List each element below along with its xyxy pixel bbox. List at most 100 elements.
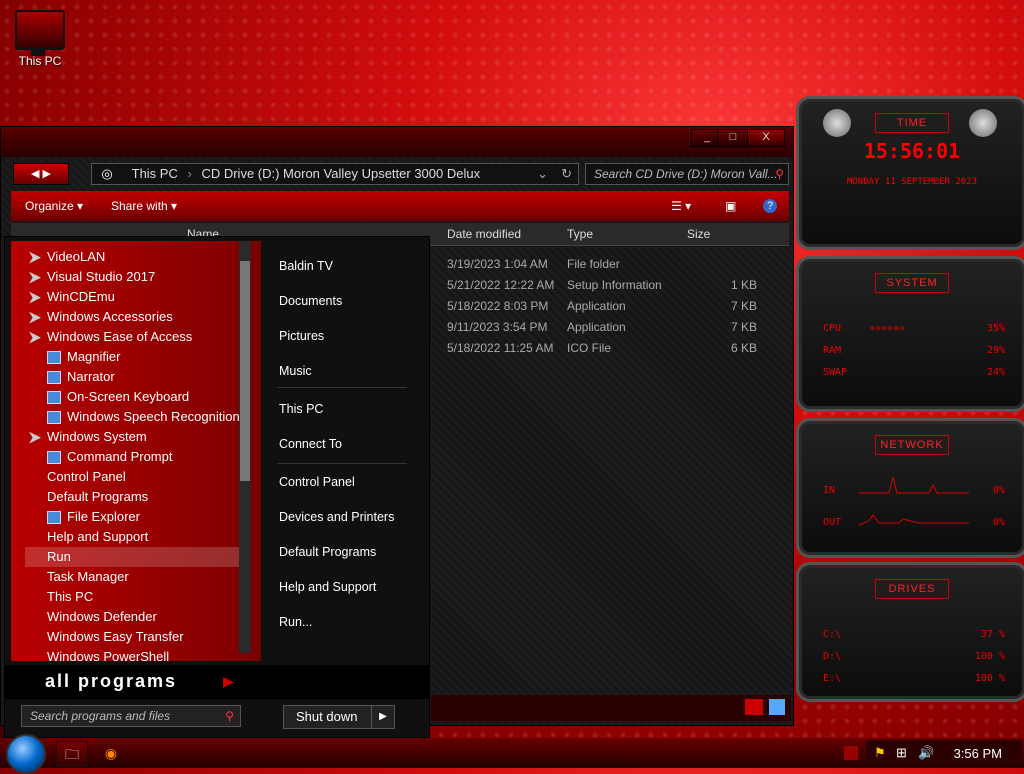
forward-icon[interactable]: ▶ [43, 168, 51, 180]
time-gadget[interactable]: TIME 15:56:01 MONDAY 11 SEPTEMBER 2023 [796, 96, 1024, 250]
all-programs-label: all programs [45, 671, 178, 691]
chevron-right-icon[interactable]: ▶ [371, 706, 394, 728]
program-item[interactable]: Windows Speech Recognition [47, 407, 240, 427]
program-item[interactable]: File Explorer [47, 507, 140, 527]
breadcrumb-cd-drive[interactable]: CD Drive (D:) Moron Valley Upsetter 3000… [201, 166, 480, 181]
program-item[interactable]: On-Screen Keyboard [47, 387, 189, 407]
start-orb-button[interactable] [6, 734, 46, 774]
program-item[interactable]: Windows Ease of Access [29, 327, 192, 347]
chevron-down-icon[interactable]: ⌄ [537, 164, 548, 184]
program-item[interactable]: Control Panel [47, 467, 126, 487]
view-options-icon[interactable]: ☰ ▾ [671, 199, 691, 213]
row-date: 5/18/2022 11:25 AM [447, 341, 554, 355]
address-bar[interactable]: ◎ This PC › CD Drive (D:) Moron Valley U… [91, 163, 579, 185]
ram-label: RAM [823, 345, 842, 356]
row-size: 7 KB [731, 320, 758, 334]
firefox-taskbar-icon[interactable]: ◉ [96, 741, 126, 765]
program-item[interactable]: This PC [47, 587, 93, 607]
program-item-label: File Explorer [67, 509, 140, 524]
show-desktop-icon[interactable] [844, 746, 858, 760]
row-type: Setup Information [567, 278, 662, 292]
folder-icon [29, 251, 41, 264]
drive-c-value: 37 % [980, 629, 1005, 640]
column-size[interactable]: Size [687, 227, 710, 241]
ram-value: 29% [986, 345, 1005, 356]
program-item[interactable]: Command Prompt [47, 447, 172, 467]
address-row: ◀ ▶ ◎ This PC › CD Drive (D:) Moron Vall… [11, 161, 789, 187]
program-item[interactable]: Windows PowerShell [47, 647, 169, 667]
drives-gadget[interactable]: DRIVES C:\ 37 % D:\ 100 % E:\ 100 % [796, 562, 1024, 702]
out-label: OUT [823, 517, 842, 528]
folder-icon [29, 271, 41, 284]
organize-button[interactable]: Organize ▾ [25, 199, 83, 213]
start-right-item[interactable]: This PC [279, 402, 323, 416]
taskbar: 🗀 ◉ ⚑ ⊞ 🔊 3:56 PM [0, 734, 1024, 774]
program-item-label: Task Manager [47, 569, 129, 584]
program-item-label: WinCDEmu [47, 289, 115, 304]
refresh-icon[interactable]: ↻ [561, 164, 572, 184]
volume-icon[interactable]: 🔊 [918, 745, 934, 761]
start-right-item[interactable]: Music [279, 364, 312, 378]
program-item[interactable]: Run [25, 547, 241, 567]
start-right-item[interactable]: Run... [279, 615, 312, 629]
start-right-item[interactable]: Devices and Printers [279, 510, 394, 524]
shutdown-label: Shut down [296, 709, 358, 724]
program-item[interactable]: WinCDEmu [29, 287, 115, 307]
start-right-item[interactable]: Pictures [279, 329, 324, 343]
out-value: 0% [992, 517, 1005, 528]
breadcrumb-this-pc[interactable]: This PC [132, 166, 178, 181]
search-icon[interactable]: ⚲ [225, 706, 234, 726]
program-item-label: Help and Support [47, 529, 149, 544]
system-gadget[interactable]: SYSTEM CPU »»»»»» 35% RAM 29% SWAP 24% [796, 256, 1024, 412]
program-item-label: Windows Easy Transfer [47, 629, 184, 644]
program-item[interactable]: Help and Support [47, 527, 148, 547]
maximize-button[interactable]: □ [717, 129, 749, 147]
preview-pane-icon[interactable]: ▣ [725, 199, 736, 213]
start-search-input[interactable]: Search programs and files ⚲ [21, 705, 241, 727]
program-item[interactable]: Magnifier [47, 347, 120, 367]
start-right-item[interactable]: Documents [279, 294, 342, 308]
network-gadget[interactable]: NETWORK IN 0% OUT 0% [796, 418, 1024, 558]
network-icon[interactable]: ⊞ [896, 745, 907, 761]
action-center-flag-icon[interactable]: ⚑ [874, 745, 886, 761]
share-with-button[interactable]: Share with ▾ [111, 199, 177, 213]
program-item[interactable]: Visual Studio 2017 [29, 267, 155, 287]
monitor-icon [15, 10, 65, 56]
scrollbar-thumb[interactable] [240, 261, 250, 481]
start-right-item[interactable]: Connect To [279, 437, 342, 451]
details-view-icon[interactable] [745, 699, 763, 715]
start-right-item[interactable]: Default Programs [279, 545, 376, 559]
program-item[interactable]: Narrator [47, 367, 115, 387]
file-explorer-taskbar-icon[interactable]: 🗀 [56, 741, 88, 767]
start-right-item[interactable]: Baldin TV [279, 259, 333, 273]
window-titlebar[interactable]: _ □ X [1, 127, 793, 157]
help-icon[interactable]: ? [763, 199, 777, 213]
program-item[interactable]: VideoLAN [29, 247, 105, 267]
shutdown-button[interactable]: Shut down ▶ [283, 705, 395, 729]
column-date-modified[interactable]: Date modified [447, 227, 521, 241]
command-toolbar: Organize ▾ Share with ▾ ☰ ▾ ▣ ? [11, 191, 789, 221]
close-button[interactable]: X [747, 129, 785, 147]
program-item[interactable]: Windows Defender [47, 607, 157, 627]
program-item[interactable]: Default Programs [47, 487, 148, 507]
start-right-item[interactable]: Help and Support [279, 580, 376, 594]
row-type: ICO File [567, 341, 612, 355]
program-item-label: Windows Speech Recognition [67, 409, 240, 424]
back-icon[interactable]: ◀ [31, 168, 39, 180]
search-input[interactable]: Search CD Drive (D:) Moron Vall... ⚲ [585, 163, 789, 185]
nav-buttons[interactable]: ◀ ▶ [13, 163, 69, 185]
program-item[interactable]: Windows Easy Transfer [47, 627, 184, 647]
taskbar-clock[interactable]: 3:56 PM [954, 746, 1002, 761]
program-item[interactable]: Windows System [29, 427, 147, 447]
programs-scrollbar[interactable] [239, 241, 251, 653]
column-type[interactable]: Type [567, 227, 593, 241]
start-right-item[interactable]: Control Panel [279, 475, 355, 489]
search-icon[interactable]: ⚲ [775, 164, 784, 184]
program-item[interactable]: Windows Accessories [29, 307, 173, 327]
folder-icon [29, 291, 41, 304]
program-item[interactable]: Task Manager [47, 567, 129, 587]
large-icons-view-icon[interactable] [769, 699, 785, 715]
all-programs-button[interactable]: all programs ▶ [5, 665, 429, 699]
desktop-icon-this-pc[interactable]: This PC [14, 10, 66, 68]
app-icon [47, 411, 61, 425]
